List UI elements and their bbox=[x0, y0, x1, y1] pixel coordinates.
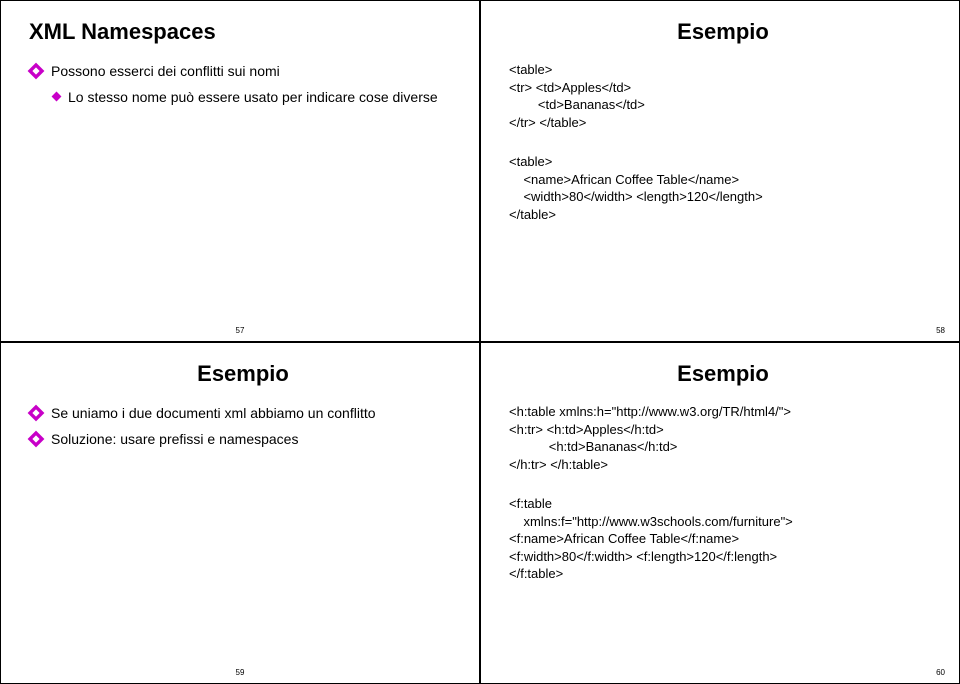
slide-58: Esempio <table> <tr> <td>Apples</td> <td… bbox=[480, 0, 960, 342]
small-diamond-icon bbox=[52, 92, 62, 102]
bullet-text: Se uniamo i due documenti xml abbiamo un… bbox=[51, 403, 376, 423]
code-block: <h:table xmlns:h="http://www.w3.org/TR/h… bbox=[509, 403, 937, 473]
bullet-level1: Soluzione: usare prefissi e namespaces bbox=[29, 429, 457, 449]
page-number: 60 bbox=[936, 668, 945, 677]
page-number: 59 bbox=[236, 668, 245, 677]
slide-body: Se uniamo i due documenti xml abbiamo un… bbox=[29, 403, 457, 675]
slide-title: Esempio bbox=[29, 361, 457, 387]
slide-57: XML Namespaces Possono esserci dei confl… bbox=[0, 0, 480, 342]
slide-body: Possono esserci dei conflitti sui nomi L… bbox=[29, 61, 457, 333]
page-number: 57 bbox=[236, 326, 245, 335]
code-block: <f:table xmlns:f="http://www.w3schools.c… bbox=[509, 495, 937, 583]
bullet-text: Possono esserci dei conflitti sui nomi bbox=[51, 61, 280, 81]
slide-59: Esempio Se uniamo i due documenti xml ab… bbox=[0, 342, 480, 684]
bullet-text: Lo stesso nome può essere usato per indi… bbox=[68, 87, 438, 107]
code-block: <table> <name>African Coffee Table</name… bbox=[509, 153, 937, 223]
diamond-icon bbox=[28, 431, 45, 448]
code-block: <table> <tr> <td>Apples</td> <td>Bananas… bbox=[509, 61, 937, 131]
slide-title: XML Namespaces bbox=[29, 19, 457, 45]
bullet-level2: Lo stesso nome può essere usato per indi… bbox=[53, 87, 457, 107]
bullet-level1: Possono esserci dei conflitti sui nomi bbox=[29, 61, 457, 81]
slide-body: <h:table xmlns:h="http://www.w3.org/TR/h… bbox=[509, 403, 937, 675]
page-number: 58 bbox=[936, 326, 945, 335]
diamond-icon bbox=[28, 63, 45, 80]
slide-60: Esempio <h:table xmlns:h="http://www.w3.… bbox=[480, 342, 960, 684]
slide-title: Esempio bbox=[509, 19, 937, 45]
slide-title: Esempio bbox=[509, 361, 937, 387]
slide-body: <table> <tr> <td>Apples</td> <td>Bananas… bbox=[509, 61, 937, 333]
diamond-icon bbox=[28, 405, 45, 422]
bullet-text: Soluzione: usare prefissi e namespaces bbox=[51, 429, 298, 449]
bullet-level1: Se uniamo i due documenti xml abbiamo un… bbox=[29, 403, 457, 423]
